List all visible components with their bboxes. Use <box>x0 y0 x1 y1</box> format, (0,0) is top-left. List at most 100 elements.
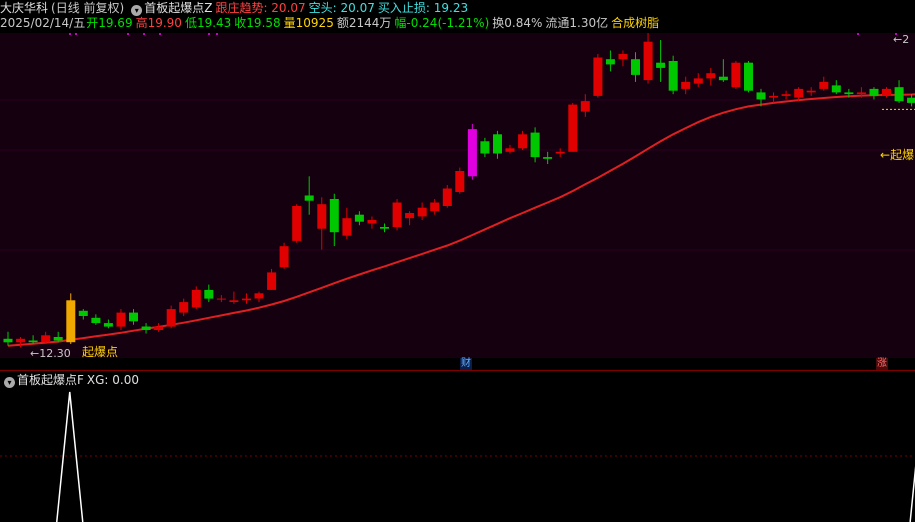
candle-body <box>329 199 339 233</box>
top-tick-mark <box>127 33 129 35</box>
signal-label-left: 起爆点 <box>82 345 119 359</box>
candle-body <box>493 134 502 154</box>
candle-body <box>141 326 151 330</box>
candle-body <box>3 338 13 343</box>
candle-body <box>191 289 201 308</box>
candle-body <box>894 87 904 102</box>
pane-divider[interactable] <box>0 370 915 371</box>
candle-body <box>279 246 289 268</box>
quote-amount: 额2144万 <box>336 16 392 30</box>
candle-body <box>518 134 528 149</box>
candle-body <box>354 214 364 222</box>
top-tick-mark <box>143 33 145 35</box>
candle-body <box>806 90 816 93</box>
candle-body <box>267 272 277 290</box>
candle-body <box>342 218 352 236</box>
high-price-arrow-label: ←2 <box>893 33 910 46</box>
period-label: (日线 前复权) <box>51 1 125 15</box>
candle-body <box>53 337 63 341</box>
top-tick-mark <box>857 33 859 35</box>
low-price-arrow-label: ←12.30 <box>30 347 71 360</box>
candle-body <box>631 59 640 75</box>
xg-signal-spike <box>909 465 915 522</box>
candle-body <box>731 62 741 88</box>
candle-body <box>643 41 653 81</box>
candle-body <box>417 207 427 217</box>
candle-body <box>505 148 515 152</box>
candle-body <box>16 338 26 343</box>
xg-signal-spike <box>56 391 84 522</box>
buy-stop-value: 买入止损: 19.23 <box>377 1 469 15</box>
candle-body <box>907 97 915 103</box>
candle-body <box>129 312 138 322</box>
quote-concept[interactable]: 合成树脂 <box>611 15 659 31</box>
candle-body <box>543 157 553 159</box>
indicator-chart[interactable] <box>0 388 915 522</box>
quote-close: 收19.58 <box>234 16 281 30</box>
stock-name[interactable]: 大庆华科 <box>0 0 48 16</box>
candle-body <box>229 300 239 302</box>
high-price-label: 2 <box>902 33 910 46</box>
candle-body <box>317 204 327 229</box>
quote-open: 开19.69 <box>86 16 133 30</box>
quote-volume: 量10925 <box>283 16 334 30</box>
candle-body <box>706 73 716 79</box>
quote-date: 2025/02/14/五 <box>0 16 86 30</box>
candle-body <box>480 141 490 154</box>
candle-body <box>593 57 603 96</box>
top-tick-mark <box>69 33 71 35</box>
short-value: 空头: 20.07 <box>308 1 375 15</box>
top-tick-mark <box>208 33 210 35</box>
top-tick-mark <box>216 33 218 35</box>
candle-body <box>154 326 164 330</box>
candle-body <box>718 76 728 81</box>
candle-body <box>794 88 804 98</box>
candle-body <box>91 317 101 323</box>
quote-float: 流通1.30亿 <box>545 16 609 30</box>
quote-turnover: 换0.84% <box>492 16 543 30</box>
candle-body <box>568 104 578 152</box>
candle-body <box>41 335 51 343</box>
candle-body <box>681 81 691 89</box>
candle-body <box>242 298 251 301</box>
candle-body <box>116 312 126 327</box>
candle-body <box>831 85 841 93</box>
indicator-title[interactable]: 首板起爆点F <box>17 372 84 388</box>
low-price-label: 12.30 <box>39 347 71 360</box>
candle-body <box>405 213 415 219</box>
signal-candle <box>66 300 76 343</box>
candle-body <box>392 202 402 227</box>
indicator-layer <box>56 391 915 522</box>
finance-event-badge[interactable]: 财 <box>460 358 472 370</box>
candle-body <box>555 151 565 154</box>
candle-body <box>769 95 779 98</box>
candle-body <box>882 88 891 96</box>
indicator-title-bar: ▾ 首板起爆点F XG: 0.00 <box>0 372 142 388</box>
trend-value: 跟庄趋势: 20.07 <box>215 1 306 15</box>
candle-body <box>605 59 615 65</box>
candle-body <box>430 202 440 212</box>
candle-body <box>819 81 829 89</box>
candle-body <box>254 293 264 299</box>
signal-label-right: 起爆 <box>890 148 915 162</box>
indicator-name[interactable]: 首板起爆点Z <box>144 0 212 16</box>
indicator-xg-value: XG: 0.00 <box>86 373 140 387</box>
candle-body <box>530 132 540 158</box>
candle-body <box>668 61 678 91</box>
candle-body <box>292 206 302 241</box>
candle-body <box>856 92 866 95</box>
candle-body <box>693 78 703 84</box>
candle-body <box>455 171 465 192</box>
candle-body <box>869 88 879 96</box>
indicator-dropdown-icon[interactable]: ▾ <box>4 377 15 388</box>
quote-low: 低19.43 <box>184 16 232 30</box>
candle-body <box>103 323 113 327</box>
top-tick-mark <box>159 33 161 35</box>
candle-body <box>580 101 590 112</box>
candle-body <box>304 195 314 201</box>
candle-body <box>216 298 226 300</box>
candle-body <box>656 62 666 68</box>
candlestick-chart[interactable] <box>0 33 915 358</box>
candle-body <box>380 227 389 229</box>
limit-up-event-badge[interactable]: 涨 <box>876 358 888 370</box>
